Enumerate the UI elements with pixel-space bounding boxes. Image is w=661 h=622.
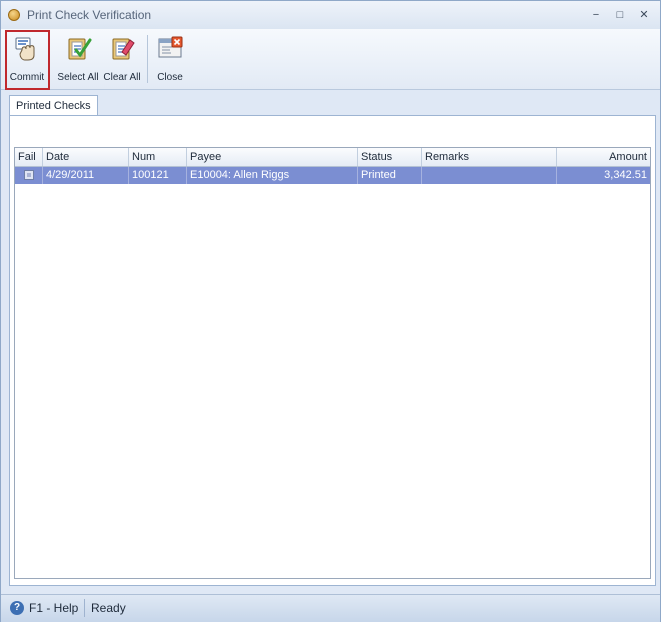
maximize-button[interactable]: □: [611, 7, 629, 23]
tab-printed-checks[interactable]: Printed Checks: [9, 95, 98, 116]
print-check-verification-window: Print Check Verification − □ ✕ Commit Se…: [0, 0, 661, 622]
column-header-date[interactable]: Date: [43, 148, 129, 166]
title-bar[interactable]: Print Check Verification − □ ✕: [1, 1, 660, 29]
close-button[interactable]: Close: [151, 29, 189, 87]
checks-grid[interactable]: Fail Date Num Payee Status Remarks Amoun…: [14, 147, 651, 579]
printed-checks-panel: Fail Date Num Payee Status Remarks Amoun…: [9, 115, 656, 586]
help-text[interactable]: F1 - Help: [29, 601, 78, 615]
num-cell: 100121: [129, 167, 187, 184]
status-cell: Printed: [358, 167, 422, 184]
close-label: Close: [157, 72, 183, 83]
select-all-label: Select All: [57, 72, 99, 83]
toolbar: Commit Select All Clear All Close: [1, 29, 660, 90]
clear-eraser-icon: [112, 38, 135, 60]
column-header-fail[interactable]: Fail: [15, 148, 43, 166]
select-all-button[interactable]: Select All: [56, 29, 100, 87]
date-cell: 4/29/2011: [43, 167, 129, 184]
amount-cell: 3,342.51: [604, 169, 647, 181]
window-title: Print Check Verification: [27, 8, 152, 22]
fail-checkbox[interactable]: [24, 170, 34, 180]
status-bar: ? F1 - Help Ready: [1, 594, 660, 622]
fail-cell[interactable]: [15, 167, 43, 184]
commit-highlight: [5, 30, 50, 90]
remarks-cell[interactable]: [422, 167, 557, 184]
table-row[interactable]: 4/29/2011 100121 E10004: Allen Riggs Pri…: [15, 167, 650, 184]
column-header-num[interactable]: Num: [129, 148, 187, 166]
minimize-button[interactable]: −: [587, 7, 605, 23]
close-window-icon: [158, 36, 183, 58]
column-header-remarks[interactable]: Remarks: [422, 148, 557, 166]
column-header-status[interactable]: Status: [358, 148, 422, 166]
grid-header: Fail Date Num Payee Status Remarks Amoun…: [15, 148, 650, 167]
close-window-button[interactable]: ✕: [635, 7, 653, 23]
clear-all-label: Clear All: [103, 72, 141, 83]
app-icon: [8, 9, 20, 21]
checklist-icon: [68, 38, 92, 60]
help-icon[interactable]: ?: [10, 601, 24, 615]
toolbar-separator: [147, 35, 148, 83]
status-separator: [84, 599, 85, 617]
payee-cell: E10004: Allen Riggs: [187, 167, 358, 184]
column-header-amount[interactable]: Amount: [557, 148, 650, 166]
column-header-payee[interactable]: Payee: [187, 148, 358, 166]
clear-all-button[interactable]: Clear All: [102, 29, 142, 87]
status-text: Ready: [91, 601, 126, 615]
